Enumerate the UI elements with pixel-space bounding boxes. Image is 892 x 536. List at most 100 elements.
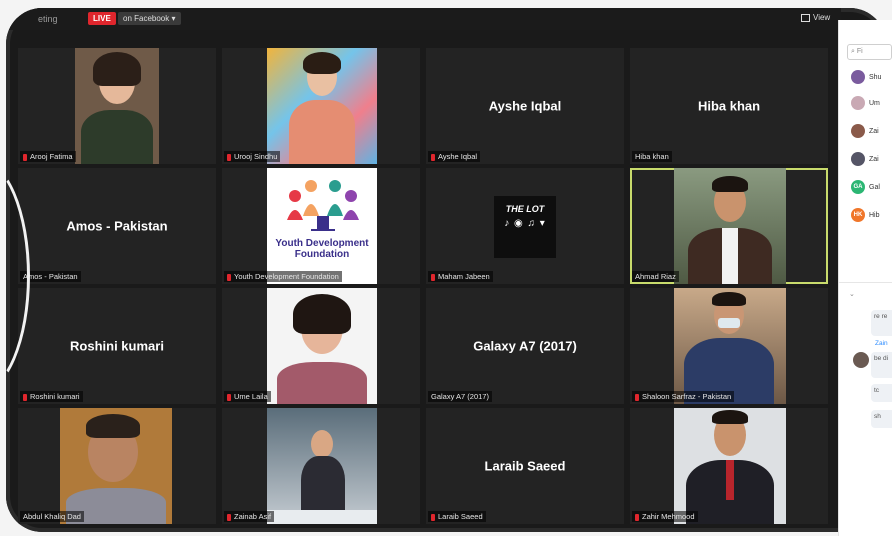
avatar <box>851 152 865 167</box>
hair <box>712 410 748 424</box>
zoom-window: eting LIVE on Facebook ▾ View Arooj Fati… <box>6 8 886 532</box>
tie <box>726 460 734 500</box>
video-tile[interactable]: Arooj Fatima <box>18 48 216 164</box>
video-tile[interactable]: Hiba khan Hiba khan <box>630 48 828 164</box>
video-tile[interactable]: Abdul Khaliq Dad <box>18 408 216 524</box>
video-tile[interactable]: Urooj Sindhu <box>222 48 420 164</box>
video-tile[interactable]: Shaloon Sarfraz - Pakistan <box>630 288 828 404</box>
participant-list-item[interactable]: Zai <box>851 124 879 140</box>
video-tile[interactable]: Amos - Pakistan Amos - Pakistan <box>18 168 216 284</box>
mic-muted-icon <box>227 273 231 281</box>
chat-message: sh <box>871 410 892 428</box>
gallery-grid: Arooj Fatima Urooj Sindhu Ayshe Iqbal Ay… <box>18 48 830 528</box>
face <box>311 430 333 458</box>
clothing <box>277 362 367 404</box>
participant-list-item[interactable]: Um <box>851 96 880 112</box>
participant-name-display: Amos - Pakistan <box>66 218 168 234</box>
video-tile[interactable]: Youth Development Foundation Youth Devel… <box>222 168 420 284</box>
mic-muted-icon <box>635 393 639 401</box>
hair <box>93 52 141 86</box>
participant-name-label: Zahir Mehmood <box>632 511 698 522</box>
participant-name-label: Zainab Asif <box>224 511 275 522</box>
mic-muted-icon <box>431 273 435 281</box>
avatar <box>853 352 869 368</box>
participant-name-label: Shaloon Sarfraz - Pakistan <box>632 391 735 402</box>
snow-ground <box>267 510 377 524</box>
avatar: HK <box>851 208 865 223</box>
participant-name-label: Abdul Khaliq Dad <box>20 511 84 522</box>
avatar <box>851 96 865 111</box>
meeting-top-bar: eting LIVE on Facebook ▾ View <box>6 8 841 30</box>
hair <box>303 52 341 74</box>
meeting-name: eting <box>38 14 58 24</box>
video-tile[interactable]: Roshini kumari Roshini kumari <box>18 288 216 404</box>
shirt <box>722 228 738 284</box>
participant-name-label: Ahmad Riaz <box>632 271 679 282</box>
mic-muted-icon <box>227 393 231 401</box>
participant-name-label: Ayshe Iqbal <box>428 151 481 162</box>
participant-name-label: Youth Development Foundation <box>224 271 342 282</box>
participant-list-item[interactable]: Zai <box>851 152 879 168</box>
logo-text: Youth Development Foundation <box>275 238 369 260</box>
mic-muted-icon <box>431 513 435 521</box>
gallery-view-icon <box>801 13 810 22</box>
avatar <box>851 124 865 139</box>
mic-muted-icon <box>227 153 231 161</box>
mic-muted-icon <box>431 153 435 161</box>
video-tile[interactable]: Ayshe Iqbal Ayshe Iqbal <box>426 48 624 164</box>
chevron-down-icon[interactable]: ⌄ <box>849 290 855 298</box>
clothing <box>289 100 355 164</box>
chat-sender: Zain <box>875 340 888 347</box>
participant-name-label: Arooj Fatima <box>20 151 76 162</box>
participant-name-label: Hiba khan <box>632 151 672 162</box>
view-button[interactable]: View <box>801 13 830 22</box>
video-tile[interactable]: THE LOT ♪ ◉ ♫ ▾ Maham Jabeen <box>426 168 624 284</box>
participant-video <box>267 288 377 404</box>
participant-list-item[interactable]: Shu <box>851 70 881 86</box>
participant-search-input[interactable]: ⌕ Fi <box>847 44 892 60</box>
avatar <box>851 70 865 85</box>
hair <box>712 292 746 306</box>
participants-chat-panel: ⌕ Fi Shu Um Zai Zai GA Gal HK Hib ⌄ re re … <box>838 20 892 536</box>
participant-name-display: Laraib Saeed <box>484 458 566 474</box>
participant-name-label: Roshini kumari <box>20 391 83 402</box>
video-tile[interactable]: Zainab Asif <box>222 408 420 524</box>
youth-foundation-logo <box>287 180 359 231</box>
participant-name-display: Hiba khan <box>697 98 761 114</box>
video-tile[interactable]: Ume Laila <box>222 288 420 404</box>
logo-title: THE LOT <box>505 204 545 214</box>
hair <box>712 176 748 192</box>
participant-name-display: Galaxy A7 (2017) <box>473 338 577 354</box>
participant-video: Youth Development Foundation <box>267 168 377 284</box>
panel-divider <box>839 282 892 283</box>
view-label: View <box>813 13 831 22</box>
participant-name-label: Galaxy A7 (2017) <box>428 391 492 402</box>
live-destination-dropdown[interactable]: on Facebook ▾ <box>118 12 181 25</box>
participant-name-label: Laraib Saeed <box>428 511 486 522</box>
video-tile-active-speaker[interactable]: Ahmad Riaz <box>630 168 828 284</box>
hair <box>293 294 351 334</box>
mic-muted-icon <box>635 513 639 521</box>
video-tile[interactable]: Zahir Mehmood <box>630 408 828 524</box>
live-badge[interactable]: LIVE <box>88 12 116 25</box>
chat-message: be di <box>871 352 892 378</box>
participant-name-label: Urooj Sindhu <box>224 151 281 162</box>
participant-video <box>674 288 786 404</box>
chat-message: tc <box>871 384 892 402</box>
participant-video <box>674 408 786 524</box>
hair <box>86 414 140 438</box>
video-tile[interactable]: Galaxy A7 (2017) Galaxy A7 (2017) <box>426 288 624 404</box>
participant-name-display: Ayshe Iqbal <box>488 98 562 114</box>
participant-video <box>674 168 786 284</box>
participant-name-label: Ume Laila <box>224 391 271 402</box>
participant-list-item[interactable]: GA Gal <box>851 180 880 196</box>
participant-name-display: Roshini kumari <box>70 338 164 354</box>
music-icons: ♪ ◉ ♫ ▾ <box>504 218 546 229</box>
mic-muted-icon <box>23 153 27 161</box>
participant-list-item[interactable]: HK Hib <box>851 208 880 224</box>
participant-video <box>267 48 377 164</box>
mic-muted-icon <box>23 393 27 401</box>
participant-video <box>267 408 377 524</box>
video-tile[interactable]: Laraib Saeed Laraib Saeed <box>426 408 624 524</box>
mic-muted-icon <box>227 513 231 521</box>
